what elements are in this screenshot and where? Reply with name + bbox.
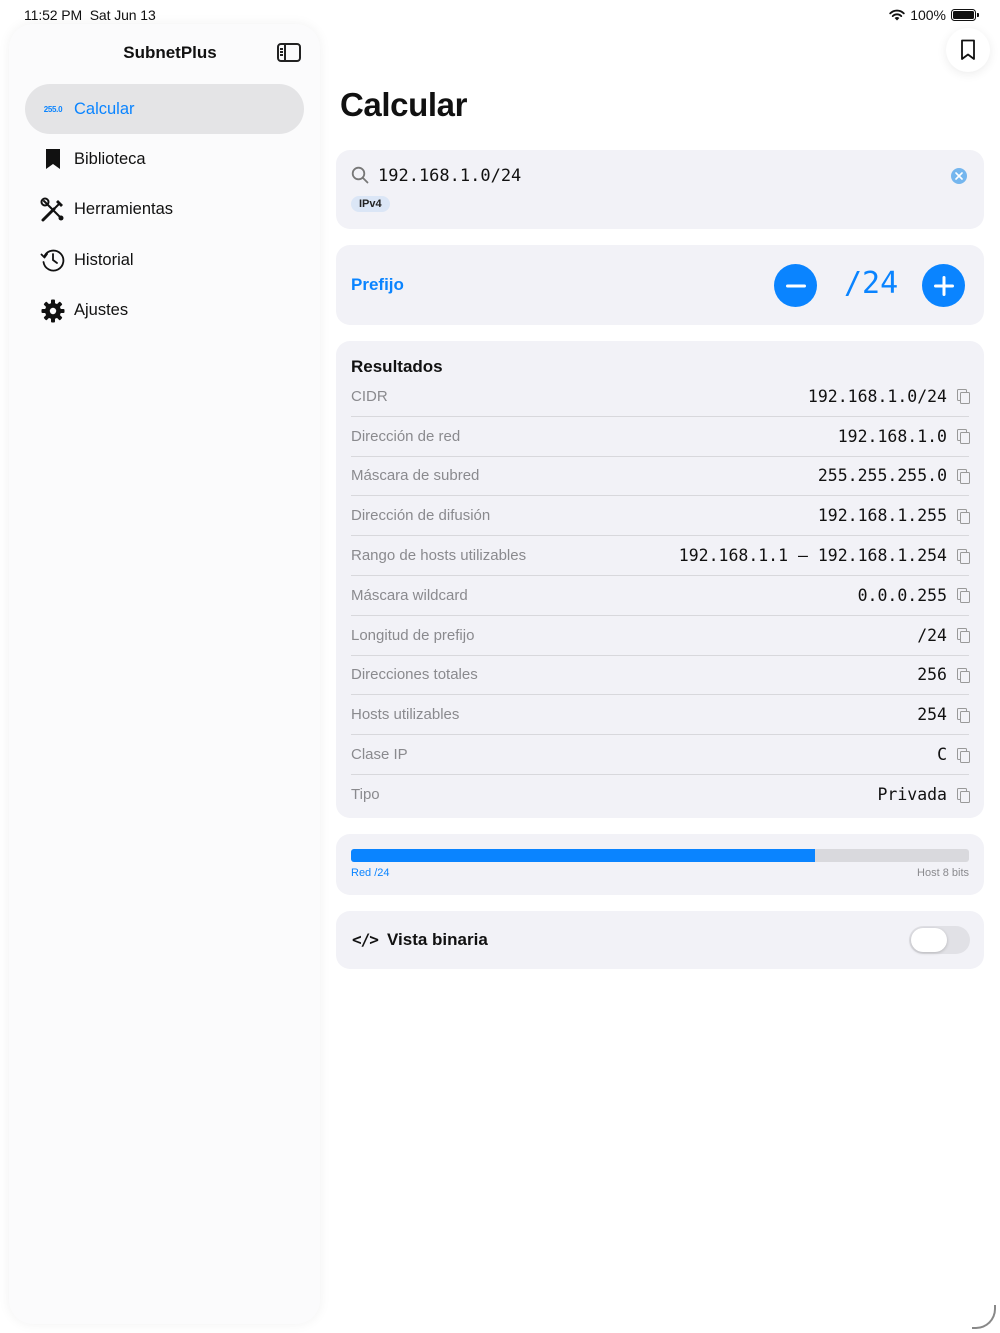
close-icon [955, 172, 963, 180]
prefix-label: Prefijo [351, 275, 404, 294]
status-indicators: 100% [889, 7, 979, 23]
minus-icon [785, 284, 806, 287]
search-input[interactable]: 192.168.1.0/24 [378, 166, 521, 186]
sidebar-toggle-icon[interactable] [277, 43, 301, 62]
copy-icon[interactable] [957, 548, 970, 564]
result-row: Máscara de subred 255.255.255.0 [351, 457, 970, 497]
sidebar-item-label: Historial [74, 250, 134, 269]
result-value: 255.255.255.0 [817, 466, 947, 486]
code-icon: </> [352, 930, 379, 949]
sidebar-item-label: Ajustes [74, 301, 129, 320]
sidebar-nav: 255.0 Calcular Biblioteca Herramientas H… [25, 84, 304, 336]
results-title: Resultados [351, 357, 443, 376]
copy-icon[interactable] [957, 588, 970, 604]
network-bits-fill [351, 849, 815, 862]
copy-icon[interactable] [957, 468, 970, 484]
sidebar-item-biblioteca[interactable]: Biblioteca [25, 134, 304, 184]
page-title: Calcular [340, 86, 468, 123]
sidebar-item-ajustes[interactable]: Ajustes [25, 286, 304, 336]
result-value: 192.168.1.0/24 [807, 386, 947, 406]
results-list: CIDR 192.168.1.0/24 Dirección de red 192.1… [351, 377, 970, 815]
clear-button[interactable] [951, 168, 967, 184]
copy-icon[interactable] [957, 429, 970, 445]
binary-view-toggle[interactable] [909, 926, 970, 954]
toggle-knob [911, 928, 947, 952]
result-label: Direcciones totales [351, 666, 478, 684]
copy-icon[interactable] [957, 628, 970, 644]
sidebar-item-historial[interactable]: Historial [25, 235, 304, 285]
subnet-icon: 255.0 [43, 104, 63, 114]
bookmark-icon [40, 146, 66, 172]
result-value: 0.0.0.255 [857, 585, 947, 605]
result-label: Tipo [351, 786, 380, 804]
history-icon [40, 247, 66, 273]
result-value: 192.168.1.0 [837, 426, 947, 446]
result-row: Tipo Privada [351, 775, 970, 815]
tools-icon [40, 197, 66, 223]
result-row: Clase IP C [351, 735, 970, 775]
result-label: Máscara wildcard [351, 586, 468, 604]
result-value: 254 [917, 705, 947, 725]
results-card: Resultados CIDR 192.168.1.0/24 Dirección … [336, 341, 984, 818]
result-label: CIDR [351, 387, 388, 405]
battery-icon [951, 9, 979, 21]
copy-icon[interactable] [957, 508, 970, 524]
copy-icon[interactable] [957, 787, 970, 803]
copy-icon[interactable] [957, 707, 970, 723]
result-label: Dirección de difusión [351, 507, 491, 525]
binary-view-card: </> Vista binaria [336, 911, 984, 969]
bookmark-outline-icon [961, 39, 975, 60]
search-card: 192.168.1.0/24 IPv4 [336, 150, 984, 229]
gear-icon [40, 298, 66, 324]
result-row: Dirección de red 192.168.1.0 [351, 417, 970, 457]
copy-icon[interactable] [957, 389, 970, 405]
result-label: Dirección de red [351, 427, 461, 445]
copy-icon[interactable] [957, 667, 970, 683]
result-row: Hosts utilizables 254 [351, 695, 970, 736]
result-value: Privada [877, 785, 947, 805]
result-value: C [937, 745, 947, 765]
result-label: Rango de hosts utilizables [351, 547, 527, 565]
plus-icon [933, 275, 954, 296]
wifi-icon [889, 9, 905, 21]
result-label: Máscara de subred [351, 467, 480, 485]
sidebar-item-calcular[interactable]: 255.0 Calcular [25, 84, 304, 134]
prefix-increment-button[interactable] [922, 264, 965, 307]
search-icon [351, 166, 369, 189]
prefix-decrement-button[interactable] [774, 264, 817, 307]
result-label: Longitud de prefijo [351, 626, 475, 644]
prefix-value: /24 [844, 266, 899, 301]
result-row: Direcciones totales 256 [351, 656, 970, 696]
result-label: Hosts utilizables [351, 706, 460, 724]
bookmark-button[interactable] [946, 28, 990, 72]
sidebar-item-herramientas[interactable]: Herramientas [25, 185, 304, 235]
result-row: Dirección de difusión 192.168.1.255 [351, 496, 970, 537]
bits-card: Red /24 Host 8 bits [336, 834, 984, 895]
copy-icon[interactable] [957, 747, 970, 763]
result-value: /24 [917, 625, 947, 645]
result-row: Máscara wildcard 0.0.0.255 [351, 576, 970, 616]
result-row: Rango de hosts utilizables 192.168.1.1 – … [351, 536, 970, 576]
resize-handle-icon [972, 1305, 996, 1329]
sidebar-item-label: Biblioteca [74, 149, 146, 168]
binary-view-label: Vista binaria [387, 930, 488, 949]
ip-version-badge: IPv4 [351, 196, 390, 212]
status-time: 11:52 PM Sat Jun 13 [24, 7, 156, 23]
battery-percent: 100% [910, 7, 946, 23]
bits-bar [351, 849, 969, 862]
result-value: 192.168.1.1 – 192.168.1.254 [678, 546, 947, 566]
result-value: 256 [917, 665, 947, 685]
result-label: Clase IP [351, 746, 408, 764]
prefix-card: Prefijo /24 [336, 245, 984, 325]
sidebar-item-label: Herramientas [74, 200, 174, 219]
result-row: CIDR 192.168.1.0/24 [351, 377, 970, 417]
result-row: Longitud de prefijo/24 [351, 616, 970, 656]
sidebar: SubnetPlus 255.0 Calcular Biblioteca Her… [9, 24, 320, 1324]
host-bits-label: Host 8 bits [917, 867, 969, 879]
network-bits-label: Red /24 [351, 867, 390, 879]
sidebar-item-label: Calcular [74, 99, 135, 118]
result-value: 192.168.1.255 [817, 506, 947, 526]
